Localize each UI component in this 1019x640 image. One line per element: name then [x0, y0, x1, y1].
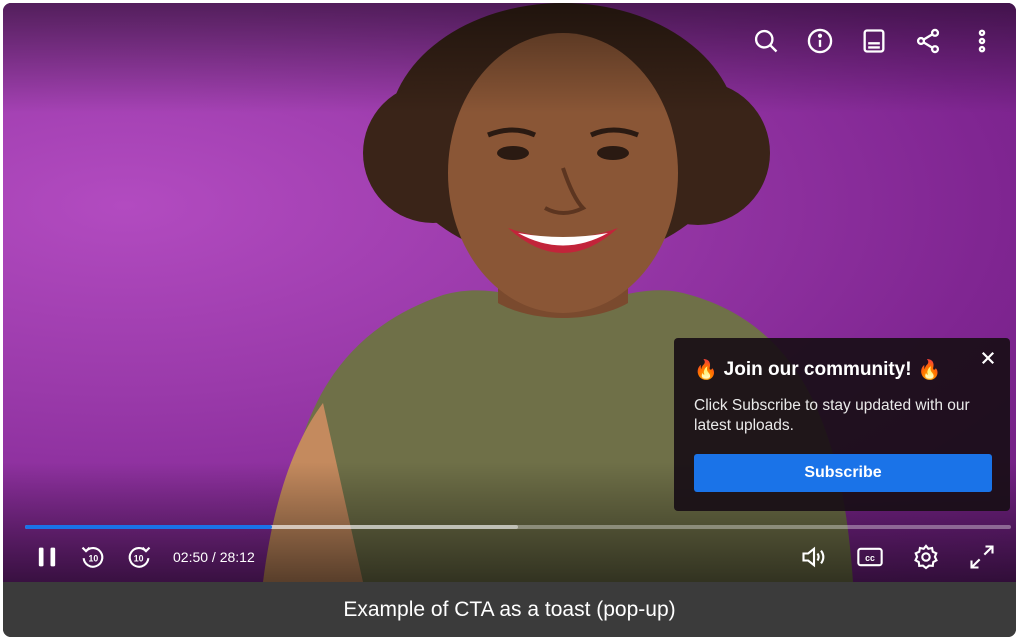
search-icon[interactable] — [750, 25, 782, 57]
video-player: 🔥 Join our community! 🔥 Click Subscribe … — [3, 3, 1016, 637]
subscribe-button[interactable]: Subscribe — [694, 454, 992, 492]
toast-title: 🔥 Join our community! 🔥 — [694, 358, 990, 382]
toast-body: Click Subscribe to stay updated with our… — [694, 397, 970, 434]
more-options-icon[interactable] — [966, 25, 998, 57]
bottom-left-controls: 10 10 02:50 / 28:12 — [31, 541, 255, 573]
played-bar — [25, 525, 272, 529]
time-display: 02:50 / 28:12 — [173, 549, 255, 565]
info-icon[interactable] — [804, 25, 836, 57]
toast-title-text: Join our community! — [723, 359, 912, 380]
pause-icon[interactable] — [31, 541, 63, 573]
rewind-10-icon[interactable]: 10 — [77, 541, 109, 573]
close-icon[interactable] — [976, 346, 1000, 370]
settings-icon[interactable] — [910, 541, 942, 573]
fire-emoji-icon: 🔥 — [917, 360, 942, 381]
closed-captions-icon[interactable]: cc — [854, 541, 886, 573]
cta-toast: 🔥 Join our community! 🔥 Click Subscribe … — [674, 338, 1010, 511]
fire-emoji-icon: 🔥 — [694, 360, 718, 381]
bottom-right-controls: cc — [798, 541, 998, 573]
transcript-icon[interactable] — [858, 25, 890, 57]
caption-text: Example of CTA as a toast (pop-up) — [3, 582, 1016, 637]
video-area[interactable]: 🔥 Join our community! 🔥 Click Subscribe … — [3, 3, 1016, 582]
svg-text:cc: cc — [865, 553, 875, 563]
rewind-seconds: 10 — [88, 554, 98, 564]
forward-10-icon[interactable]: 10 — [123, 541, 155, 573]
top-controls — [750, 25, 998, 57]
volume-icon[interactable] — [798, 541, 830, 573]
progress-bar[interactable] — [25, 525, 1011, 529]
top-gradient — [3, 3, 1016, 113]
fullscreen-icon[interactable] — [966, 541, 998, 573]
share-icon[interactable] — [912, 25, 944, 57]
forward-seconds: 10 — [134, 554, 144, 564]
